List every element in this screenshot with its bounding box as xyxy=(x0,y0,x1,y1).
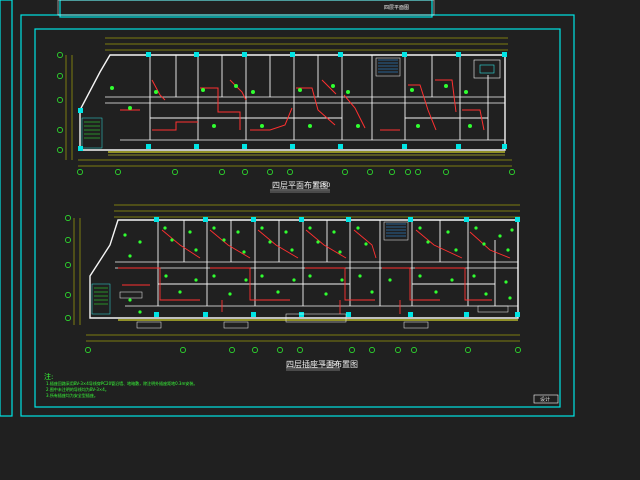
cad-drawing-canvas[interactable]: 四层平面图 四层平面布置图 1:150 四层插座平面布置图 1:150 注: 1… xyxy=(0,0,640,480)
lower-plan-scale: 1:150 xyxy=(322,361,340,368)
lower-floor-plan xyxy=(65,204,521,353)
notes-line-3: 3.所有插座均为安全型插座。 xyxy=(46,393,98,398)
main-sheet-frame xyxy=(20,14,575,417)
notes-line-1: 1.插座回路采用BV-3×4导线穿PC20管沿墙、地暗敷，除注明外插座距地0.3… xyxy=(46,381,198,386)
upper-floor-plan xyxy=(57,37,515,175)
sheet-top-label: 四层平面图 xyxy=(384,5,410,11)
corner-stamp-label: 设计 xyxy=(540,397,551,403)
left-sheet-frame xyxy=(0,0,13,417)
upper-plan-scale: 1:150 xyxy=(313,182,331,189)
notes-line-2: 2.图中未注明的导线均为BV-3×4。 xyxy=(46,387,109,392)
cad-sheet xyxy=(0,0,575,417)
